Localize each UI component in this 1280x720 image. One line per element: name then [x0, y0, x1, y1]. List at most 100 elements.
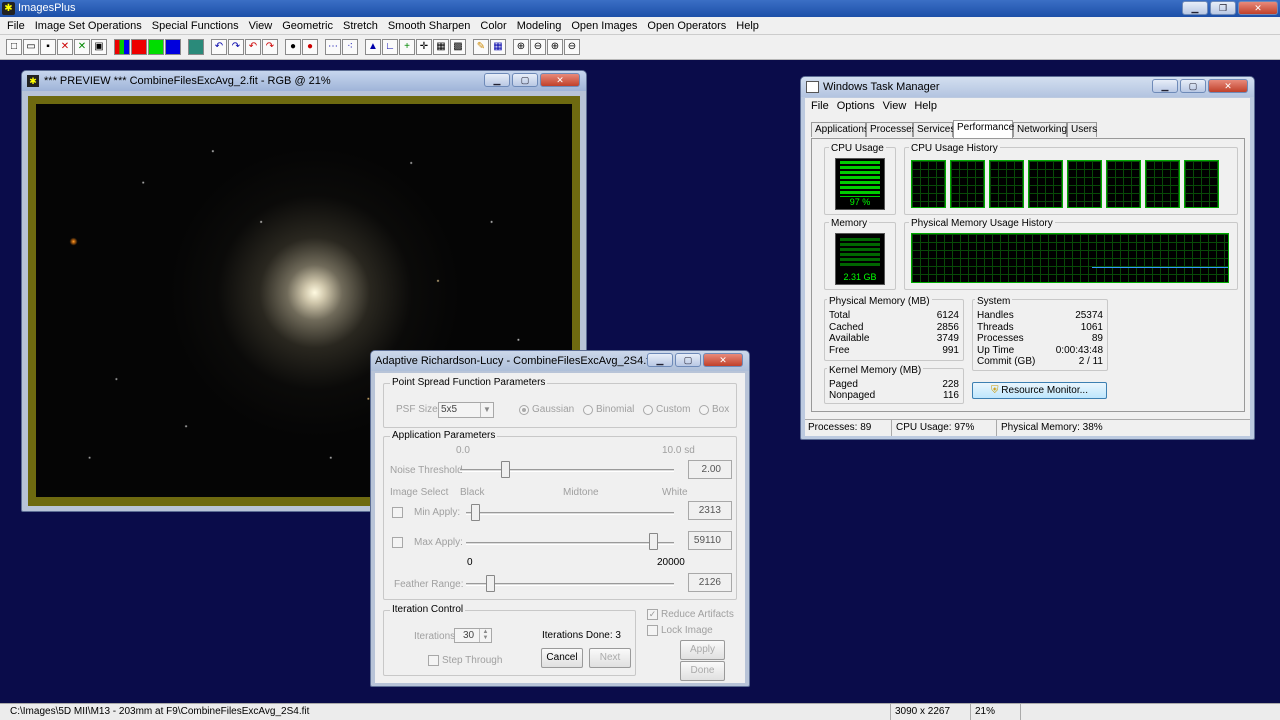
curve-icon[interactable]: ∟: [382, 39, 398, 55]
undo-icon[interactable]: ↶: [211, 39, 227, 55]
blue-channel-icon[interactable]: [165, 39, 181, 55]
min-apply-field[interactable]: 2313: [688, 501, 732, 520]
record-icon[interactable]: ●: [285, 39, 301, 55]
noise-threshold-field[interactable]: 2.00: [688, 460, 732, 479]
menu-color[interactable]: Color: [475, 17, 511, 34]
min-apply-track[interactable]: [466, 512, 674, 515]
max-apply-thumb[interactable]: [649, 533, 658, 550]
undo-all-icon[interactable]: ↶: [245, 39, 261, 55]
tm-statusbar: Processes: 89 CPU Usage: 97% Physical Me…: [805, 419, 1250, 436]
crosshair-icon[interactable]: ✛: [416, 39, 432, 55]
spinner-arrows-icon[interactable]: ▲ ▼: [479, 629, 491, 642]
menu-view[interactable]: View: [244, 17, 278, 34]
zoom-actual-icon[interactable]: ⊖: [564, 39, 580, 55]
red-channel-icon[interactable]: [131, 39, 147, 55]
dots-icon[interactable]: ⋯: [325, 39, 341, 55]
maximize-button[interactable]: ❐: [1210, 1, 1236, 15]
tab-processes[interactable]: Processes: [866, 122, 917, 137]
tab-users[interactable]: Users: [1067, 122, 1097, 137]
lock-image-checkbox[interactable]: [647, 625, 658, 636]
tab-services[interactable]: Services: [913, 122, 955, 137]
preview-close-button[interactable]: ✕: [540, 73, 580, 87]
minimize-button[interactable]: ▁: [1182, 1, 1208, 15]
min-apply-thumb[interactable]: [471, 504, 480, 521]
step-through-checkbox[interactable]: [428, 655, 439, 666]
tm-titlebar[interactable]: Windows Task Manager ▁ ▢ ✕: [801, 77, 1254, 97]
menu-image-set-operations[interactable]: Image Set Operations: [30, 17, 147, 34]
tab-networking[interactable]: Networking: [1013, 122, 1067, 137]
add-icon[interactable]: +: [399, 39, 415, 55]
new-file-icon[interactable]: □: [6, 39, 22, 55]
menu-smooth-sharpen[interactable]: Smooth Sharpen: [383, 17, 476, 34]
zoom-fit-icon[interactable]: ⊕: [547, 39, 563, 55]
box-radio[interactable]: [699, 405, 709, 415]
tm-menu-help[interactable]: Help: [910, 100, 941, 112]
zoom-out-icon[interactable]: ⊖: [530, 39, 546, 55]
menu-open-images[interactable]: Open Images: [566, 17, 642, 34]
reduce-artifacts-checkbox[interactable]: ✓: [647, 609, 658, 620]
noise-threshold-track[interactable]: [460, 469, 674, 472]
grid-icon[interactable]: [188, 39, 204, 55]
save-icon[interactable]: ▪: [40, 39, 56, 55]
tm-menu-view[interactable]: View: [879, 100, 911, 112]
binomial-radio[interactable]: [583, 405, 593, 415]
redo-icon[interactable]: ↷: [228, 39, 244, 55]
max-apply-checkbox[interactable]: [392, 537, 403, 548]
calculator-icon[interactable]: ▦: [433, 39, 449, 55]
resource-monitor-button[interactable]: ⛨ Resource Monitor...: [972, 382, 1107, 399]
preview-maximize-button[interactable]: ▢: [512, 73, 538, 87]
gaussian-radio[interactable]: [519, 405, 529, 415]
menu-file[interactable]: File: [2, 17, 30, 34]
cancel-button[interactable]: Cancel: [541, 648, 583, 668]
apply-button[interactable]: Apply: [680, 640, 725, 660]
tab-applications[interactable]: Applications: [811, 122, 869, 137]
arl-close-button[interactable]: ✕: [703, 353, 743, 367]
menu-open-operators[interactable]: Open Operators: [642, 17, 731, 34]
psf-size-select[interactable]: 5x5 ▼: [438, 402, 494, 418]
custom-radio[interactable]: [643, 405, 653, 415]
min-apply-checkbox[interactable]: [392, 507, 403, 518]
feather-range-track[interactable]: [466, 583, 674, 586]
stop-icon[interactable]: ●: [302, 39, 318, 55]
open-folder-icon[interactable]: ▭: [23, 39, 39, 55]
pencil-icon[interactable]: ✎: [473, 39, 489, 55]
max-apply-track[interactable]: [466, 542, 674, 545]
max-apply-field[interactable]: 59110: [688, 531, 732, 550]
arl-maximize-button[interactable]: ▢: [675, 353, 701, 367]
close-all-icon[interactable]: ✕: [74, 39, 90, 55]
rgb-channels-icon[interactable]: [114, 39, 130, 55]
menu-geometric[interactable]: Geometric: [277, 17, 338, 34]
menu-special-functions[interactable]: Special Functions: [147, 17, 244, 34]
tm-menu-options[interactable]: Options: [833, 100, 879, 112]
tab-performance[interactable]: Performance: [953, 120, 1014, 138]
preview-minimize-button[interactable]: ▁: [484, 73, 510, 87]
zoom-in-icon[interactable]: ⊕: [513, 39, 529, 55]
tm-minimize-button[interactable]: ▁: [1152, 79, 1178, 93]
close-image-icon[interactable]: ✕: [57, 39, 73, 55]
iterations-stepper[interactable]: 30 ▲ ▼: [454, 628, 492, 643]
tm-close-button[interactable]: ✕: [1208, 79, 1248, 93]
feather-range-field[interactable]: 2126: [688, 573, 732, 592]
picture-icon[interactable]: ▩: [450, 39, 466, 55]
noise-threshold-thumb[interactable]: [501, 461, 510, 478]
copy-icon[interactable]: ▣: [91, 39, 107, 55]
close-button[interactable]: ✕: [1238, 1, 1278, 15]
arl-title: Adaptive Richardson-Lucy - CombineFilesE…: [375, 355, 655, 367]
redo-all-icon[interactable]: ↷: [262, 39, 278, 55]
points-icon[interactable]: ⁖: [342, 39, 358, 55]
done-button[interactable]: Done: [680, 661, 725, 681]
preview-titlebar[interactable]: ✱ *** PREVIEW *** CombineFilesExcAvg_2.f…: [22, 71, 586, 91]
green-channel-icon[interactable]: [148, 39, 164, 55]
table-icon[interactable]: ▦: [490, 39, 506, 55]
arl-minimize-button[interactable]: ▁: [647, 353, 673, 367]
menu-stretch[interactable]: Stretch: [338, 17, 383, 34]
histogram-icon[interactable]: ▲: [365, 39, 381, 55]
tm-menu-file[interactable]: File: [807, 100, 833, 112]
menu-help[interactable]: Help: [731, 17, 764, 34]
arl-titlebar[interactable]: Adaptive Richardson-Lucy - CombineFilesE…: [371, 351, 749, 371]
menu-modeling[interactable]: Modeling: [512, 17, 567, 34]
sys-threads-value: 1061: [1080, 322, 1103, 333]
next-button[interactable]: Next: [589, 648, 631, 668]
tm-maximize-button[interactable]: ▢: [1180, 79, 1206, 93]
feather-range-thumb[interactable]: [486, 575, 495, 592]
